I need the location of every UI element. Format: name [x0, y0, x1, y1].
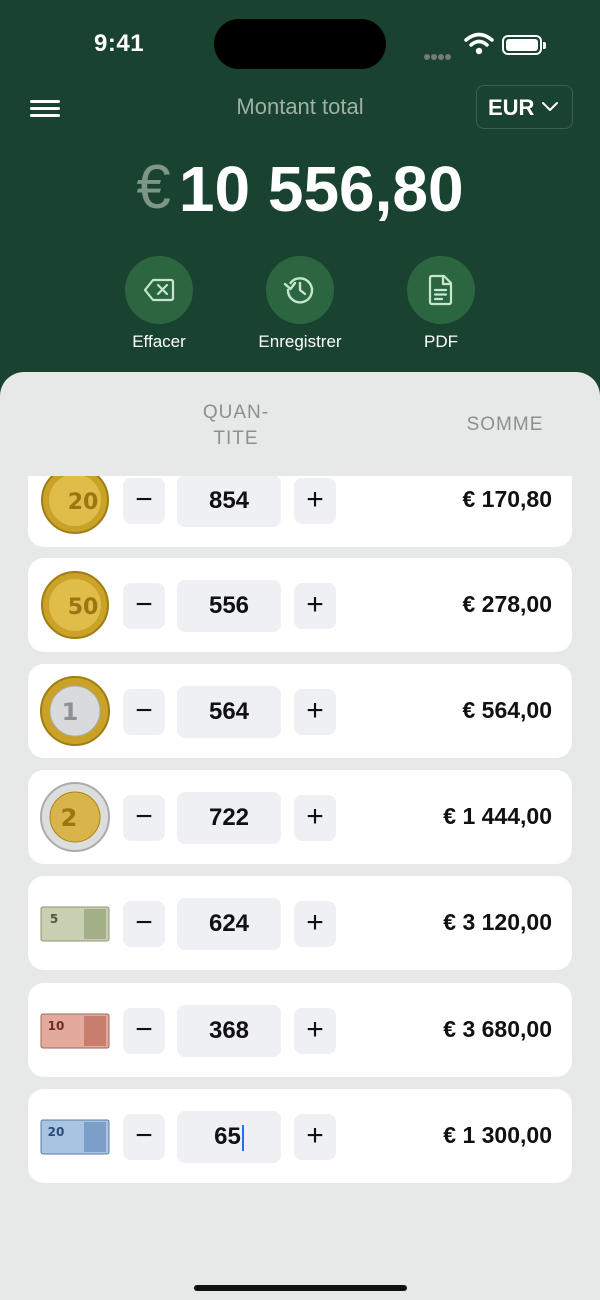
row-sum: € 3 120,00: [443, 909, 552, 935]
decrease-button[interactable]: −: [123, 583, 165, 629]
status-time: 9:41: [94, 30, 145, 57]
coin-mark: 2: [61, 804, 78, 832]
decrease-button[interactable]: −: [123, 901, 165, 947]
increase-button[interactable]: +: [294, 689, 336, 735]
coin-mark: 50: [68, 595, 99, 620]
quantity-input[interactable]: 624: [177, 898, 281, 950]
pdf-button[interactable]: PDF: [371, 256, 511, 352]
currency-label: EUR: [488, 95, 535, 120]
banknote-mark: 5: [50, 912, 58, 926]
list-item: 50 − 556 + € 278,00: [28, 558, 572, 652]
document-icon: [428, 274, 453, 306]
dynamic-island: [214, 19, 386, 69]
history-icon: [283, 277, 314, 304]
sum-column-header: SOMME: [466, 414, 544, 435]
total-currency-symbol: €: [136, 153, 171, 222]
banknote-mark: 20: [48, 1125, 65, 1139]
denomination-sheet[interactable]: QUAN- TITE SOMME 20 − 854 + € 170,80 50 …: [0, 372, 600, 1300]
list-item: 2 − 722 + € 1 444,00: [28, 770, 572, 864]
quantity-input[interactable]: 854: [177, 476, 281, 527]
banknote-5-euro-icon: 5: [40, 876, 110, 970]
total-amount: €10 556,80: [0, 152, 600, 226]
save-button[interactable]: Enregistrer: [230, 256, 370, 352]
denomination-list[interactable]: 20 − 854 + € 170,80 50 − 556 + € 278,00: [0, 476, 600, 1300]
row-sum: € 278,00: [462, 591, 552, 617]
banknote-mark: 10: [48, 1019, 65, 1033]
decrease-button[interactable]: −: [123, 795, 165, 841]
quantity-input[interactable]: 65: [177, 1111, 281, 1163]
erase-label: Effacer: [132, 332, 186, 351]
coin-2-euro-icon: 2: [40, 770, 110, 864]
list-item: 1 − 564 + € 564,00: [28, 664, 572, 758]
list-item: 20 − 854 + € 170,80: [28, 476, 572, 547]
increase-button[interactable]: +: [294, 901, 336, 947]
currency-selector[interactable]: EUR: [476, 85, 573, 129]
coin-mark: 1: [62, 698, 79, 726]
coin-50-cent-icon: 50: [40, 558, 110, 652]
quantity-value: 65: [214, 1123, 241, 1150]
status-bar: 9:41: [0, 0, 600, 90]
text-cursor: [241, 1124, 244, 1151]
row-sum: € 3 680,00: [443, 1016, 552, 1042]
banknote-10-euro-icon: 10: [40, 983, 110, 1077]
increase-button[interactable]: +: [294, 795, 336, 841]
list-item: 5 − 624 + € 3 120,00: [28, 876, 572, 970]
increase-button[interactable]: +: [294, 1114, 336, 1160]
increase-button[interactable]: +: [294, 478, 336, 524]
quantity-input[interactable]: 564: [177, 686, 281, 738]
coin-20-cent-icon: 20: [40, 476, 110, 547]
decrease-button[interactable]: −: [123, 1114, 165, 1160]
increase-button[interactable]: +: [294, 583, 336, 629]
coin-mark: 20: [68, 490, 99, 515]
row-sum: € 170,80: [462, 486, 552, 512]
erase-icon: [143, 278, 175, 302]
coin-1-euro-icon: 1: [40, 664, 110, 758]
row-sum: € 564,00: [462, 697, 552, 723]
row-sum: € 1 300,00: [443, 1122, 552, 1148]
chevron-down-icon: [542, 102, 558, 111]
cellular-signal-icon: [424, 47, 452, 65]
banknote-20-euro-icon: 20: [40, 1089, 110, 1183]
total-value: 10 556,80: [178, 153, 464, 225]
save-label: Enregistrer: [258, 332, 342, 351]
list-item: 10 − 368 + € 3 680,00: [28, 983, 572, 1077]
decrease-button[interactable]: −: [123, 689, 165, 735]
quantity-input[interactable]: 722: [177, 792, 281, 844]
quantity-column-header: QUAN- TITE: [196, 400, 276, 452]
quantity-input[interactable]: 368: [177, 1005, 281, 1057]
list-item: 20 − 65 + € 1 300,00: [28, 1089, 572, 1183]
battery-icon: [502, 35, 546, 55]
decrease-button[interactable]: −: [123, 1008, 165, 1054]
row-sum: € 1 444,00: [443, 803, 552, 829]
wifi-icon: [464, 32, 494, 55]
increase-button[interactable]: +: [294, 1008, 336, 1054]
erase-button[interactable]: Effacer: [89, 256, 229, 352]
quantity-input[interactable]: 556: [177, 580, 281, 632]
home-indicator[interactable]: [194, 1285, 407, 1291]
decrease-button[interactable]: −: [123, 478, 165, 524]
pdf-label: PDF: [424, 332, 458, 351]
quantity-header-text: QUAN- TITE: [202, 402, 270, 449]
